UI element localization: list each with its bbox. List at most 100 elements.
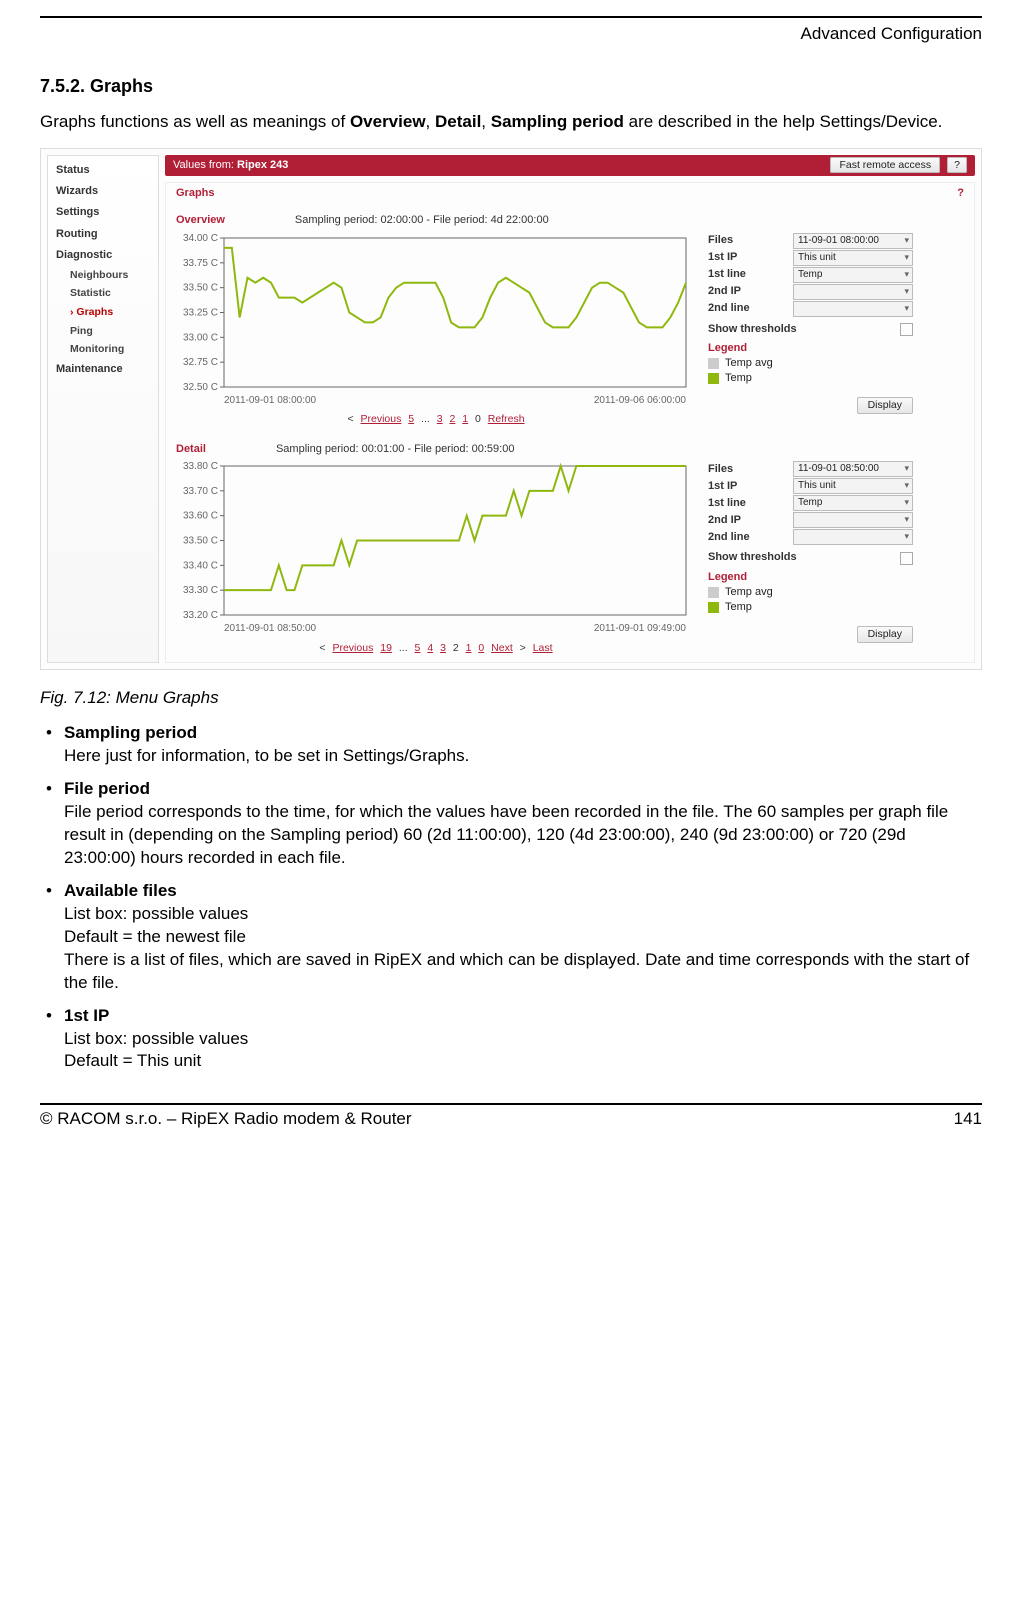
header-bar: Values from: Ripex 243 Fast remote acces… (165, 155, 975, 176)
svg-text:33.25 C: 33.25 C (183, 307, 218, 318)
intro-paragraph: Graphs functions as well as meanings of … (40, 111, 982, 134)
ov-nav-previous[interactable]: Previous (361, 413, 402, 425)
de-legend-avg: Temp avg (725, 586, 773, 599)
svg-text:32.50 C: 32.50 C (183, 382, 218, 393)
ov-nav-0: 0 (475, 413, 481, 425)
ov-files-select[interactable]: 11-09-01 08:00:00 (793, 233, 913, 249)
detail-period-label: Sampling period: 00:01:00 - File period:… (276, 443, 515, 456)
de-nav-0[interactable]: 0 (478, 642, 484, 654)
term-available-files: Available files (64, 881, 177, 900)
ov-1stline-label: 1st line (708, 268, 746, 281)
ov-1stip-select[interactable]: This unit (793, 250, 913, 266)
values-from-label: Values from: (173, 159, 234, 171)
detail-chart: 33.80 C33.70 C33.60 C33.50 C33.40 C33.30… (176, 460, 696, 654)
ov-files-label: Files (708, 234, 733, 247)
svg-text:33.70 C: 33.70 C (183, 486, 218, 497)
svg-text:33.30 C: 33.30 C (183, 586, 218, 597)
svg-text:33.60 C: 33.60 C (183, 511, 218, 522)
panel-title: Graphs (176, 187, 215, 200)
ov-1stline-select[interactable]: Temp (793, 267, 913, 283)
de-1stline-select[interactable]: Temp (793, 495, 913, 511)
svg-text:2011-09-01 08:00:00: 2011-09-01 08:00:00 (224, 395, 317, 406)
ov-2ndline-select[interactable]: . (793, 301, 913, 317)
sidebar-item-ping[interactable]: Ping (48, 322, 158, 341)
sidebar-item-diagnostic[interactable]: Diagnostic (48, 245, 158, 266)
de-nav-3[interactable]: 3 (440, 642, 446, 654)
sidebar-item-settings[interactable]: Settings (48, 202, 158, 223)
fast-remote-access-button[interactable]: Fast remote access (830, 157, 940, 173)
de-nav-4[interactable]: 4 (427, 642, 433, 654)
ov-display-button[interactable]: Display (857, 397, 913, 414)
de-2ndline-select[interactable]: . (793, 529, 913, 545)
detail-nav: < Previous 19 ... 5 4 3 2 1 0 Next (176, 640, 696, 655)
ov-nav-refresh[interactable]: Refresh (488, 413, 525, 425)
detail-title: Detail (176, 443, 206, 456)
svg-text:2011-09-06 06:00:00: 2011-09-06 06:00:00 (594, 395, 687, 406)
de-2ndip-label: 2nd IP (708, 514, 741, 527)
ov-nav-1[interactable]: 1 (462, 413, 468, 425)
sidebar-item-neighbours[interactable]: Neighbours (48, 266, 158, 285)
term-sampling-period: Sampling period (64, 723, 197, 742)
sidebar-item-graphs[interactable]: Graphs (48, 303, 158, 322)
nav-sidebar: Status Wizards Settings Routing Diagnost… (47, 155, 159, 663)
page-header: Advanced Configuration (40, 18, 982, 48)
sidebar-item-status[interactable]: Status (48, 160, 158, 181)
desc-available-files: List box: possible values Default = the … (46, 903, 982, 995)
ov-nav-2[interactable]: 2 (450, 413, 456, 425)
term-file-period: File period (64, 779, 150, 798)
ov-show-thresholds-checkbox[interactable] (900, 323, 913, 336)
de-1stip-select[interactable]: This unit (793, 478, 913, 494)
de-2ndip-select[interactable]: . (793, 512, 913, 528)
sidebar-item-maintenance[interactable]: Maintenance (48, 359, 158, 380)
ov-nav-3[interactable]: 3 (437, 413, 443, 425)
panel-help-icon[interactable]: ? (957, 187, 964, 200)
overview-nav: < Previous 5 ... 3 2 1 0 Refresh (176, 411, 696, 426)
intro-sampling: Sampling period (491, 112, 624, 131)
sidebar-item-wizards[interactable]: Wizards (48, 181, 158, 202)
section-heading: 7.5.2. Graphs (40, 76, 982, 97)
ov-legend-avg-swatch (708, 358, 719, 369)
figure-caption: Fig. 7.12: Menu Graphs (40, 688, 982, 708)
svg-text:33.00 C: 33.00 C (183, 332, 218, 343)
desc-sampling-period: Here just for information, to be set in … (46, 745, 982, 768)
de-1stip-label: 1st IP (708, 480, 737, 493)
overview-title: Overview (176, 214, 225, 227)
ov-2ndip-label: 2nd IP (708, 285, 741, 298)
sidebar-item-monitoring[interactable]: Monitoring (48, 340, 158, 359)
sidebar-item-routing[interactable]: Routing (48, 224, 158, 245)
svg-text:34.00 C: 34.00 C (183, 233, 218, 244)
svg-text:33.20 C: 33.20 C (183, 610, 218, 621)
ov-2ndip-select[interactable]: . (793, 284, 913, 300)
svg-text:33.80 C: 33.80 C (183, 461, 218, 472)
figure-screenshot: Status Wizards Settings Routing Diagnost… (40, 148, 982, 670)
intro-overview: Overview (350, 112, 426, 131)
de-nav-1[interactable]: 1 (466, 642, 472, 654)
sidebar-item-statistic[interactable]: Statistic (48, 284, 158, 303)
de-nav-next[interactable]: Next (491, 642, 513, 654)
overview-controls: Files11-09-01 08:00:00 1st IPThis unit 1… (704, 232, 913, 426)
ov-legend-avg: Temp avg (725, 357, 773, 370)
de-legend-temp-swatch (708, 602, 719, 613)
de-nav-previous[interactable]: Previous (332, 642, 373, 654)
page-number: 141 (954, 1109, 982, 1129)
de-files-select[interactable]: 11-09-01 08:50:00 (793, 461, 913, 477)
de-nav-last[interactable]: Last (533, 642, 553, 654)
ov-nav-5[interactable]: 5 (408, 413, 414, 425)
footer-left: © RACOM s.r.o. – RipEX Radio modem & Rou… (40, 1109, 412, 1129)
svg-text:33.50 C: 33.50 C (183, 282, 218, 293)
help-icon[interactable]: ? (947, 157, 967, 173)
ov-legend-temp-swatch (708, 373, 719, 384)
de-2ndline-label: 2nd line (708, 531, 750, 544)
de-show-thresholds-checkbox[interactable] (900, 552, 913, 565)
overview-period-label: Sampling period: 02:00:00 - File period:… (295, 214, 549, 227)
ov-show-thresholds-label: Show thresholds (708, 323, 797, 336)
svg-text:32.75 C: 32.75 C (183, 357, 218, 368)
intro-text: Graphs functions as well as meanings of (40, 112, 350, 131)
desc-file-period: File period corresponds to the time, for… (46, 801, 982, 870)
svg-text:33.50 C: 33.50 C (183, 536, 218, 547)
de-display-button[interactable]: Display (857, 626, 913, 643)
term-1st-ip: 1st IP (64, 1006, 109, 1025)
de-files-label: Files (708, 463, 733, 476)
de-nav-19[interactable]: 19 (380, 642, 392, 654)
de-nav-5[interactable]: 5 (415, 642, 421, 654)
